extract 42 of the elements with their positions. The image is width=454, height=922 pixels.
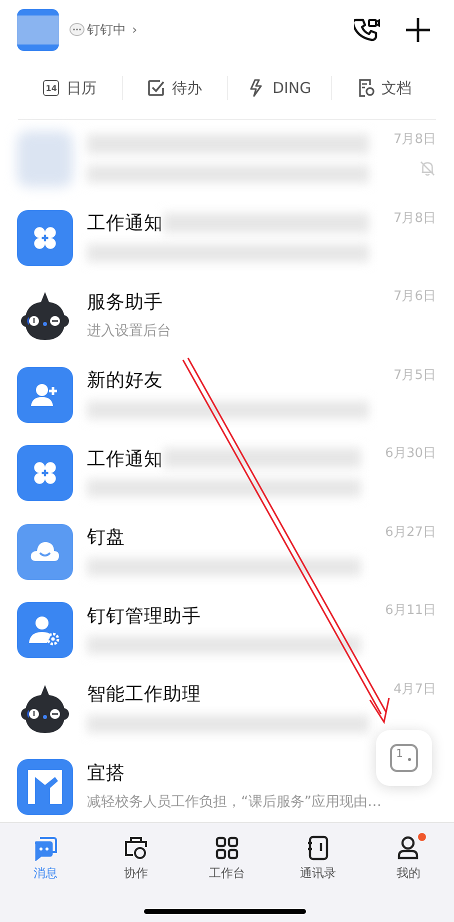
- chat-title: 新的好友: [87, 369, 163, 392]
- briefcase-icon: [123, 835, 150, 861]
- profile-avatar[interactable]: [17, 9, 59, 51]
- chat-time: 4月7日: [393, 680, 436, 698]
- chat-time: 6月27日: [385, 524, 436, 540]
- chat-time: 6月11日: [385, 602, 436, 619]
- tab[interactable]: 通讯录: [272, 835, 364, 882]
- chat-title: 服务助手: [87, 290, 163, 314]
- chat-title: 工作通知: [87, 448, 163, 471]
- chat-title: 宜搭: [87, 762, 125, 785]
- quick-action[interactable]: 14 日历: [18, 78, 122, 98]
- person-settings-icon: [29, 614, 61, 646]
- tab[interactable]: 协作: [90, 835, 182, 882]
- chat-time: 7月6日: [393, 288, 436, 305]
- video-call-icon[interactable]: [354, 16, 382, 44]
- grid-icon: [214, 835, 240, 861]
- quick-action[interactable]: 文档: [332, 78, 436, 98]
- tab[interactable]: 我的: [363, 835, 454, 882]
- chat-time: 7月8日: [393, 210, 436, 226]
- chat-title: 钉钉管理助手: [87, 604, 201, 628]
- calendar-icon: 14: [43, 80, 60, 96]
- chat-title: 智能工作助理: [87, 683, 201, 706]
- four-petal-icon: [32, 224, 58, 251]
- chat-bubble-icon: [69, 22, 85, 38]
- document-icon: [356, 79, 375, 97]
- chat-preview: 进入设置后台: [87, 322, 171, 340]
- cloud-icon: [30, 540, 60, 564]
- chat-title: 钉盘: [87, 526, 125, 550]
- add-icon[interactable]: [404, 16, 432, 44]
- quick-action[interactable]: DING: [228, 79, 332, 97]
- tab[interactable]: 工作台: [182, 835, 272, 882]
- chat-time: 7月8日: [393, 131, 436, 148]
- checkbox-icon: [147, 79, 166, 97]
- status-button[interactable]: 钉钉中 ›: [69, 21, 138, 39]
- chat-time: 7月5日: [393, 366, 436, 384]
- chat-bubbles-icon: [32, 835, 58, 861]
- quick-action[interactable]: 待办: [122, 78, 226, 98]
- chat-preview: 减轻校务人员工作负担，“课后服务”应用现由…: [87, 793, 382, 812]
- floating-window-button[interactable]: 1: [376, 730, 432, 786]
- chat-title: 工作通知: [87, 212, 163, 236]
- chat-time: 6月30日: [385, 445, 436, 462]
- four-petal-icon: [32, 460, 58, 486]
